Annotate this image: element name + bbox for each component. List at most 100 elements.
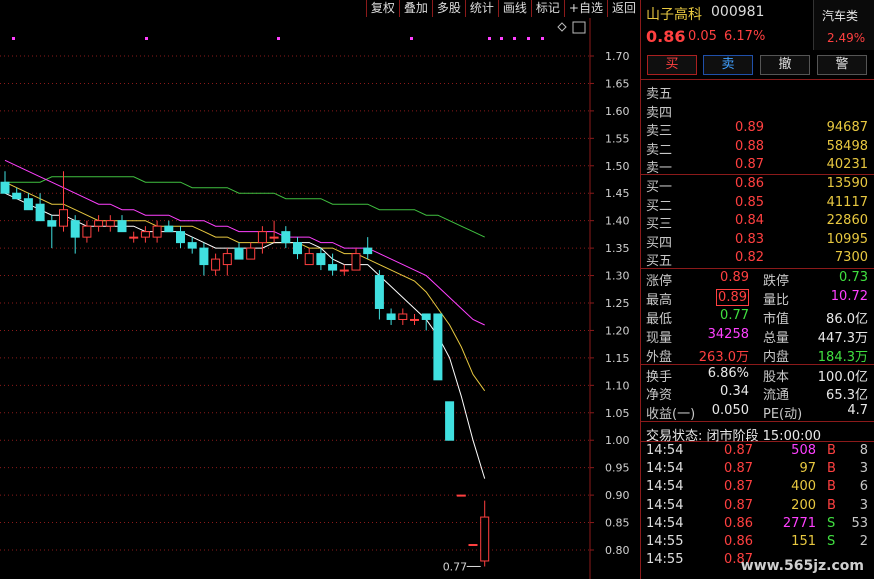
y-tick-label: 1.55: [605, 132, 630, 145]
candle-body: [351, 253, 361, 271]
candle-body: [456, 494, 466, 497]
y-tick-label: 1.35: [605, 242, 630, 255]
tick-side: B: [827, 497, 836, 513]
buy-button[interactable]: 买: [647, 55, 697, 75]
candle-body: [269, 236, 279, 239]
bid-row: 买二 0.85 41117: [641, 194, 874, 214]
toolbar-draw-line-button[interactable]: 画线: [497, 0, 531, 17]
candle-body: [70, 220, 80, 238]
ask-row: 卖三 0.89 94687: [641, 119, 874, 139]
stat-value: 0.89: [720, 269, 749, 285]
stat-label: 量比: [763, 292, 790, 308]
event-marker-dot: [500, 37, 503, 40]
price-alert-button[interactable]: 警: [817, 55, 867, 75]
stat-label: 市值: [763, 311, 790, 327]
tick-price: 0.86: [724, 533, 753, 549]
toolbar-mark-button[interactable]: 标记: [530, 0, 564, 17]
tick-side: S: [827, 533, 836, 549]
bid-price: 0.84: [735, 213, 764, 229]
tick-count: 8: [859, 442, 868, 458]
kline-chart[interactable]: 1.70 1.65 1.60 1.55 1.50 1.45 1.40 1.35 1.30 1.25…: [0, 0, 640, 579]
tick-count: 53: [851, 515, 868, 531]
tick-volume: 508: [791, 442, 816, 458]
stock-header: 山子高科 000981 汽车类 2.49%: [641, 0, 874, 50]
kline-chart-area[interactable]: 1.70 1.65 1.60 1.55 1.50 1.45 1.40 1.35 1.30 1.25…: [0, 0, 640, 579]
cancel-order-button[interactable]: 撤: [760, 55, 810, 75]
tick-price: 0.86: [724, 515, 753, 531]
bid-price: 0.86: [735, 175, 764, 191]
ask-price: 0.89: [735, 120, 764, 136]
ask-row: 卖五: [641, 82, 874, 102]
stat-value: 65.3亿: [826, 387, 868, 403]
tick-price: 0.87: [724, 461, 753, 477]
y-tick-label: 1.10: [605, 379, 630, 392]
bid-row: 买一 0.86 13590: [641, 175, 874, 195]
stock-code: 000981: [711, 4, 765, 20]
toolbar-overlay-button[interactable]: 叠加: [398, 0, 432, 17]
quote-stats: 涨停 0.89 跌停 0.73 最高 0.89 量比 10.72 最低 0.77…: [641, 267, 874, 422]
candle-body: [23, 198, 33, 211]
tick-count: 3: [859, 461, 868, 477]
candle-body: [304, 253, 314, 266]
candle-body: [199, 247, 209, 266]
tick-volume: 200: [791, 497, 816, 513]
candle-body: [222, 253, 232, 266]
y-tick-label: 1.50: [605, 160, 630, 173]
tick-time: 14:55: [646, 533, 684, 549]
toolbar-back-button[interactable]: 返回: [606, 0, 640, 17]
candle-body: [152, 225, 162, 238]
ask-label: 卖四: [646, 105, 673, 121]
candle-body: [211, 258, 221, 271]
y-tick-label: 0.80: [605, 544, 630, 557]
tick-row: 14:54 0.87 400 B 6: [641, 478, 874, 496]
y-tick-label: 1.30: [605, 270, 630, 283]
ask-row: 卖一 0.87 40231: [641, 156, 874, 177]
toolbar-multi-stock-button[interactable]: 多股: [431, 0, 465, 17]
stat-row: 换手 6.86% 股本 100.0亿: [641, 363, 874, 385]
last-price: 0.86: [646, 27, 686, 46]
candle-body: [234, 247, 244, 260]
tick-price: 0.87: [724, 442, 753, 458]
candle-body: [164, 225, 174, 233]
toolbar-statistics-button[interactable]: 统计: [464, 0, 498, 17]
tick-time: 14:54: [646, 461, 684, 477]
bid-price: 0.82: [735, 250, 764, 266]
y-tick-label: 1.70: [605, 50, 630, 63]
y-tick-label: 0.95: [605, 462, 630, 475]
tick-side: S: [827, 515, 836, 531]
candle-body: [386, 313, 396, 320]
tick-price: 0.87: [724, 497, 753, 513]
sell-button[interactable]: 卖: [703, 55, 753, 75]
event-marker-dot: [145, 37, 148, 40]
bid-volume: 10995: [826, 231, 868, 247]
tick-volume: 151: [791, 533, 816, 549]
candle-body: [140, 231, 150, 238]
stat-label: 总量: [763, 330, 790, 346]
stat-label: 净资: [646, 387, 673, 403]
y-tick-label: 1.25: [605, 297, 630, 310]
bid-label: 买二: [646, 198, 673, 214]
stat-row: 外盘 263.0万 内盘 184.3万: [641, 345, 874, 365]
order-book: 卖五 卖四 卖三 0.89 94687 卖二 0.88 58498 卖一 0.8…: [641, 80, 874, 270]
event-marker-dot: [541, 37, 544, 40]
bid-volume: 22860: [826, 213, 868, 229]
bid-label: 买五: [646, 254, 673, 270]
tick-list[interactable]: 14:54 0.87 508 B 8 14:54 0.87 97 B 3 14:…: [641, 440, 874, 569]
tick-row: 14:54 0.86 2771 S 53: [641, 515, 874, 533]
price-change-pct: 6.17%: [724, 29, 766, 44]
stat-value: 0.34: [720, 383, 749, 399]
candle-body: [47, 220, 57, 227]
toolbar-add-watchlist-button[interactable]: +自选: [563, 0, 607, 17]
candle-body: [410, 318, 419, 321]
tick-time: 14:55: [646, 552, 684, 568]
stat-value: 4.7: [847, 402, 868, 418]
event-marker-dot: [527, 37, 530, 40]
y-tick-label: 1.60: [605, 105, 630, 118]
toolbar-restore-rights-button[interactable]: 复权: [365, 0, 399, 17]
candle-body: [421, 313, 431, 320]
bid-label: 买三: [646, 217, 673, 233]
candle-body: [316, 253, 326, 266]
quote-panel: 山子高科 000981 汽车类 2.49% 0.86 0.05 6.17% 买 …: [640, 0, 874, 579]
chart-window-icon: [572, 21, 586, 34]
ask-label: 卖一: [646, 161, 673, 177]
